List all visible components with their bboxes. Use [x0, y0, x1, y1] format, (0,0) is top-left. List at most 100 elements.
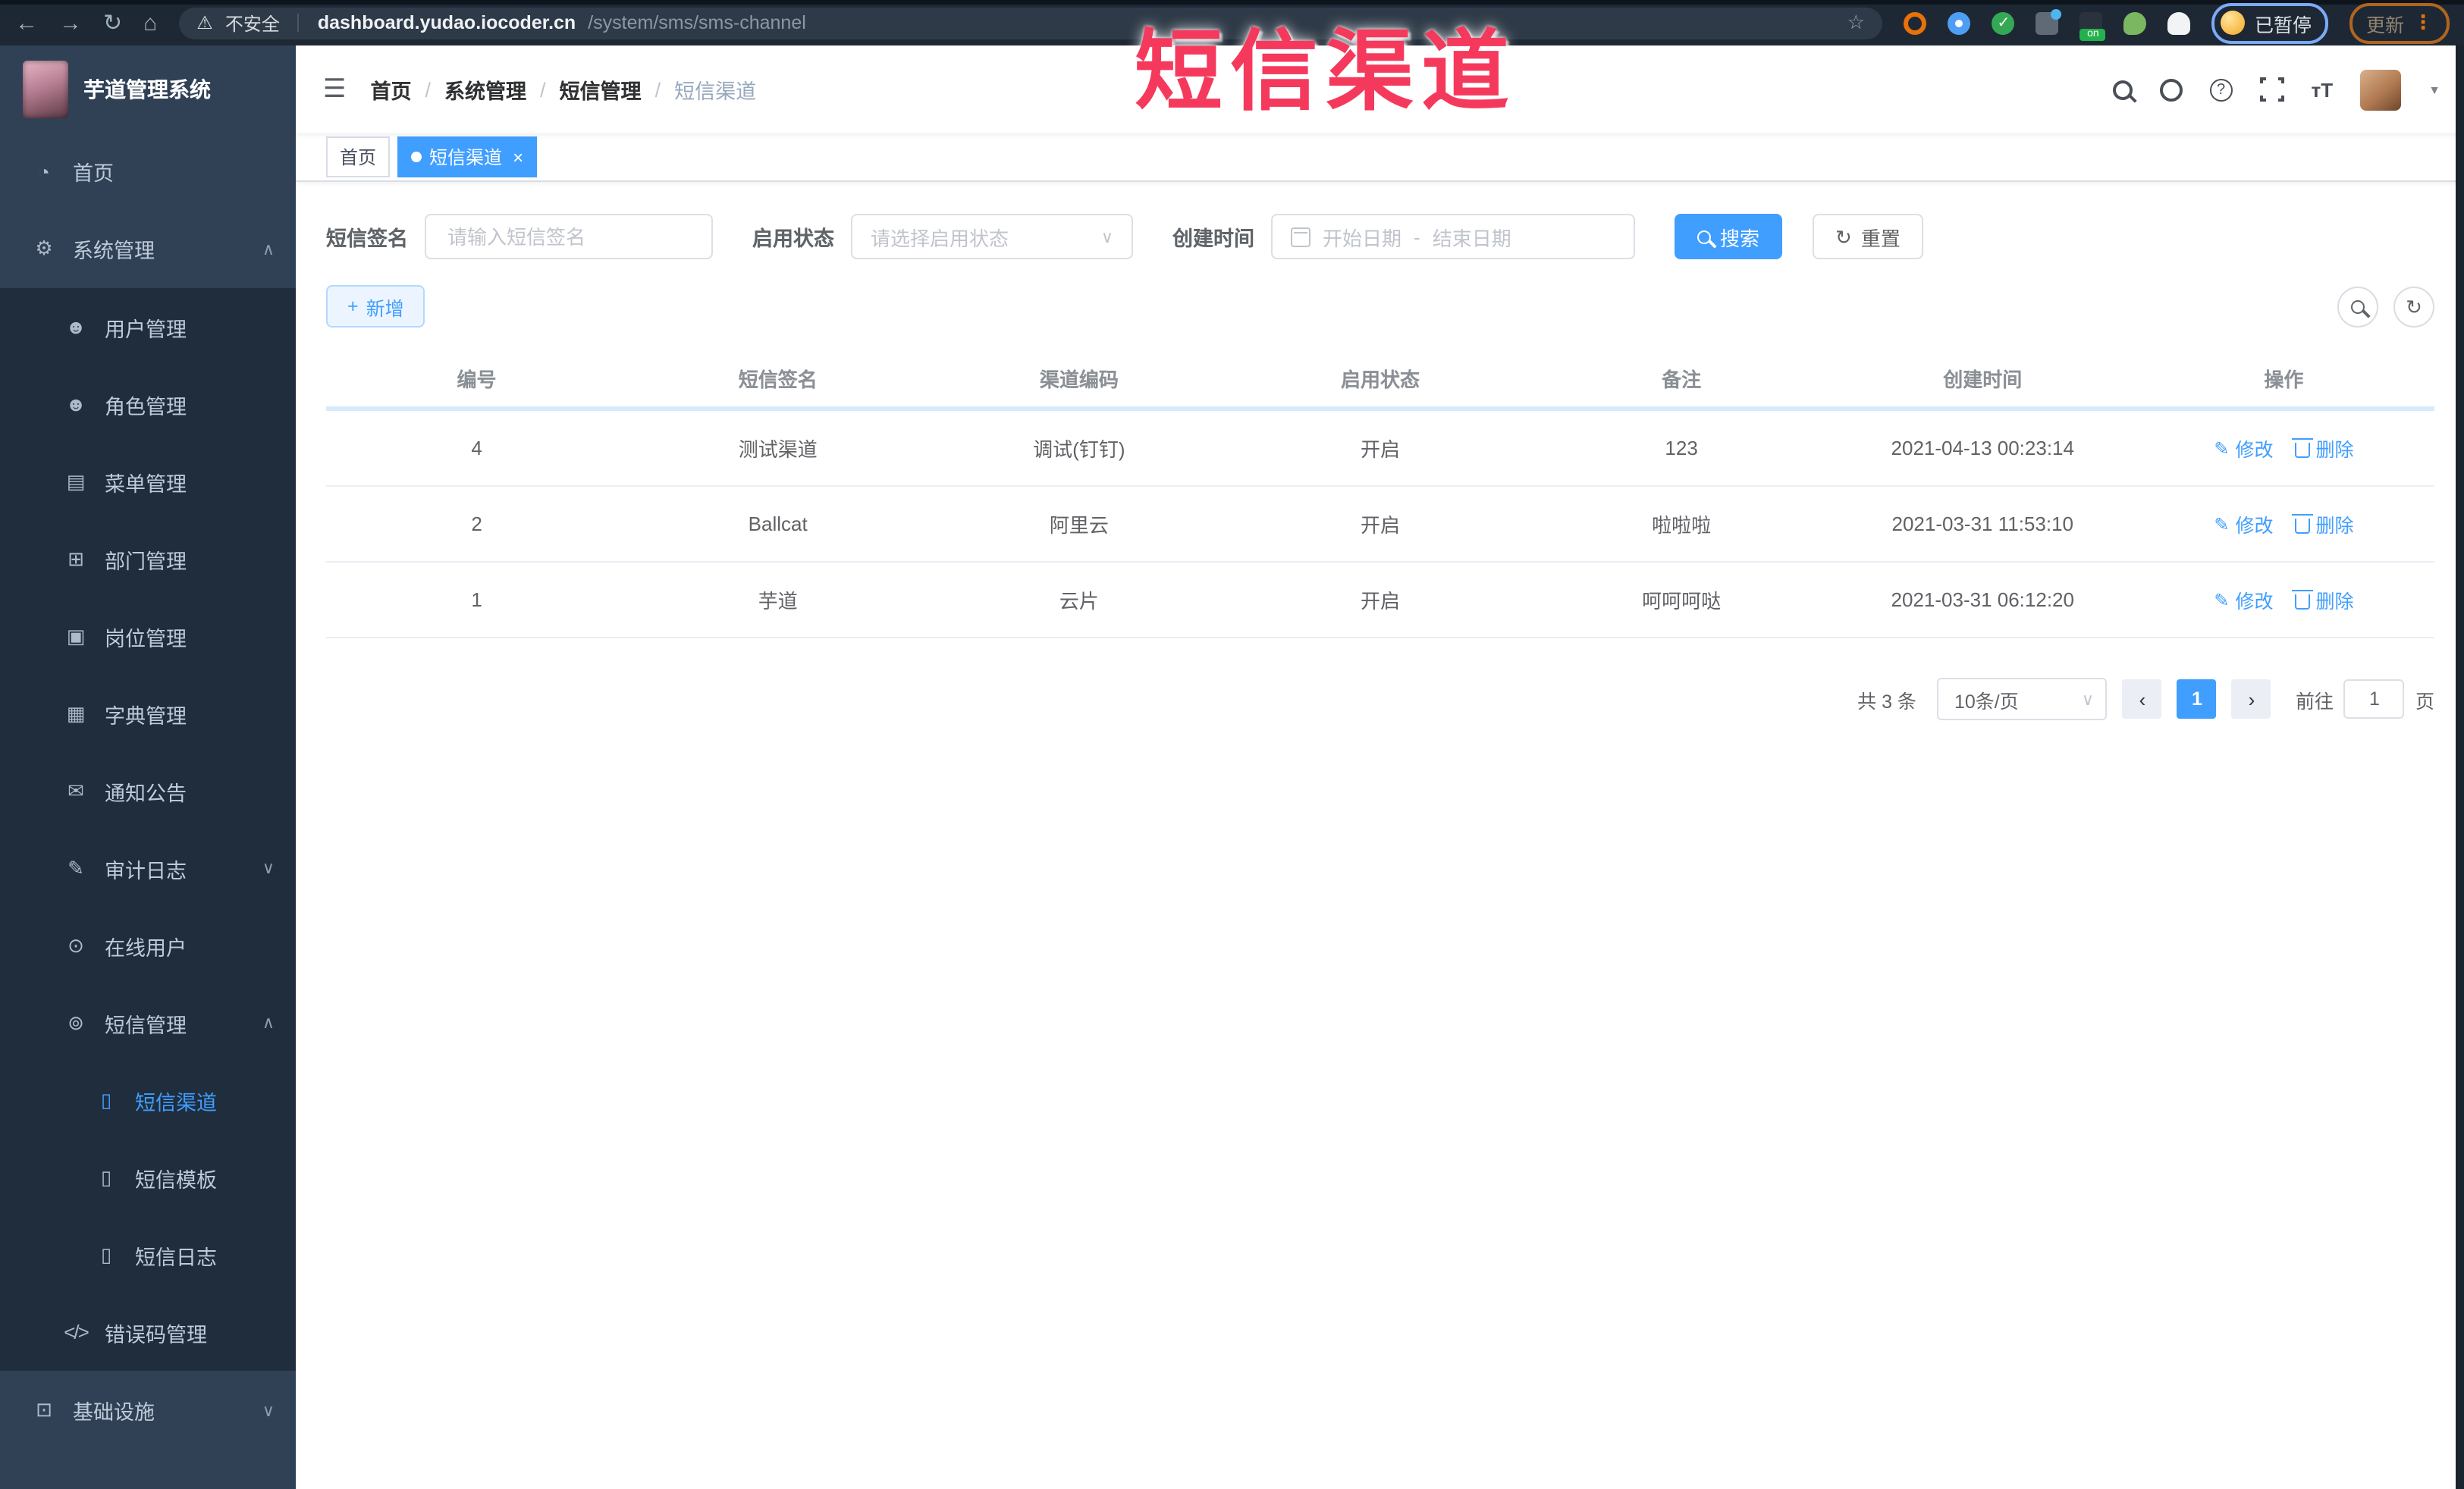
paused-badge[interactable]: 已暂停 — [2211, 2, 2328, 43]
close-icon[interactable]: × — [513, 148, 523, 166]
sidebar-item-posts[interactable]: ▣ 岗位管理 — [0, 597, 296, 675]
next-page-button[interactable]: › — [2231, 679, 2271, 719]
briefcase-icon: ▣ — [66, 624, 86, 647]
date-start[interactable]: 开始日期 — [1323, 222, 1401, 251]
security-label: 不安全 — [224, 13, 280, 34]
extension-grid-icon[interactable] — [2036, 8, 2062, 34]
monitor-icon: ⊡ — [36, 1398, 52, 1421]
sidebar-item-infrastructure[interactable]: ⊡ 基础设施 ∨ — [0, 1371, 296, 1450]
extensions-puzzle-icon[interactable] — [2167, 11, 2191, 34]
filter-sign: 短信签名 — [326, 214, 713, 259]
jump-prefix: 前往 — [2295, 691, 2334, 712]
sidebar-item-audit-log[interactable]: ✎ 审计日志 ∨ — [0, 829, 296, 907]
edit-link[interactable]: ✎ 修改 — [2214, 509, 2273, 538]
sidebar-item-error-codes[interactable]: </> 错误码管理 — [0, 1293, 296, 1371]
extension-pin-icon[interactable] — [1948, 11, 1971, 34]
browser-forward-icon[interactable]: → — [59, 11, 82, 34]
add-button[interactable]: + 新增 — [326, 285, 425, 328]
github-icon[interactable] — [2159, 78, 2183, 101]
sidebar-item-dicts[interactable]: ▦ 字典管理 — [0, 675, 296, 752]
sidebar-item-roles[interactable]: ☻ 角色管理 — [0, 365, 296, 443]
browser-home-icon[interactable]: ⌂ — [143, 11, 157, 34]
chevron-down-icon: ∨ — [2081, 691, 2094, 709]
date-range-picker[interactable]: 开始日期 - 结束日期 — [1271, 214, 1635, 259]
screen: ← → ↻ ⌂ ⚠ 不安全 dashboard.yudao.iocoder.cn… — [0, 0, 2464, 1489]
sidebar-item-departments[interactable]: ⊞ 部门管理 — [0, 520, 296, 597]
tab-home[interactable]: 首页 — [326, 136, 391, 177]
total-count: 共 3 条 — [1857, 691, 1916, 712]
tab-bar: 首页 短信渠道 × — [296, 133, 2464, 182]
table-row: 2 Ballcat 阿里云 开启 啦啦啦 2021-03-31 11:53:10… — [326, 487, 2434, 563]
update-button[interactable]: 更新 ⋮ — [2349, 2, 2450, 43]
pencil-icon: ✎ — [2214, 513, 2230, 534]
hamburger-icon[interactable]: ☰ — [323, 74, 347, 105]
refresh-icon: ↻ — [1835, 225, 1852, 248]
pencil-icon: ✎ — [2214, 437, 2230, 459]
edit-link[interactable]: ✎ 修改 — [2214, 434, 2273, 462]
sidebar-item-sms-log[interactable]: ▯ 短信日志 — [0, 1216, 296, 1293]
date-end[interactable]: 结束日期 — [1433, 222, 1511, 251]
tab-sms-channel[interactable]: 短信渠道 × — [397, 136, 538, 177]
fullscreen-icon[interactable] — [2258, 76, 2286, 103]
extension-orange-icon[interactable] — [1904, 11, 1927, 34]
address-bar[interactable]: ⚠ 不安全 dashboard.yudao.iocoder.cn /system… — [178, 7, 1883, 39]
sidebar-item-system[interactable]: ⚙ 系统管理 ∧ — [0, 209, 296, 288]
chevron-down-icon: ∨ — [262, 1402, 275, 1420]
sidebar-item-menus[interactable]: ▤ 菜单管理 — [0, 443, 296, 520]
page-1-button[interactable]: 1 — [2177, 679, 2217, 719]
page-size-select[interactable]: 10条/页 ∨ — [1937, 678, 2108, 720]
sidebar-item-online-users[interactable]: ⊙ 在线用户 — [0, 907, 296, 984]
prev-page-button[interactable]: ‹ — [2122, 679, 2162, 719]
browser-menu-icon[interactable]: ⋮ — [2413, 11, 2433, 35]
phone-icon: ▯ — [100, 1165, 112, 1188]
chevron-up-icon: ∧ — [262, 240, 275, 259]
sidebar-submenu-system: ☻ 用户管理 ☻ 角色管理 ▤ 菜单管理 ⊞ 部门管理 ▣ 岗位管理 ▦ 字典管… — [0, 288, 296, 1371]
logo-title: 芋道管理系统 — [83, 77, 211, 102]
extension-sprout-icon[interactable] — [2123, 11, 2147, 34]
plus-icon: + — [347, 296, 359, 317]
extension-on-badge-icon[interactable]: on — [2079, 11, 2106, 40]
bookmark-star-icon[interactable]: ☆ — [1847, 11, 1865, 35]
breadcrumb-home[interactable]: 首页 — [371, 74, 412, 105]
sidebar-item-sms-template[interactable]: ▯ 短信模板 — [0, 1139, 296, 1216]
extension-check-icon[interactable]: ✓ — [1992, 11, 2015, 34]
table-row: 1 芋道 云片 开启 呵呵呵哒 2021-03-31 06:12:20 ✎ 修改 … — [326, 563, 2434, 638]
caret-down-icon[interactable]: ▼ — [2428, 83, 2440, 96]
sidebar-item-home[interactable]: ◔ 首页 — [0, 133, 296, 209]
edit-link[interactable]: ✎ 修改 — [2214, 585, 2273, 614]
delete-link[interactable]: 删除 — [2291, 434, 2354, 462]
jump-page-input[interactable] — [2343, 679, 2405, 719]
sign-label: 短信签名 — [326, 227, 408, 250]
font-size-icon[interactable]: тT — [2312, 78, 2334, 101]
search-button[interactable]: 搜索 — [1675, 214, 1783, 259]
table-row: 4 测试渠道 调试(钉钉) 开启 123 2021-04-13 00:23:14… — [326, 411, 2434, 487]
delete-link[interactable]: 删除 — [2291, 585, 2354, 614]
sidebar-item-sms-channel[interactable]: ▯ 短信渠道 — [0, 1061, 296, 1139]
sidebar-item-users[interactable]: ☻ 用户管理 — [0, 288, 296, 365]
breadcrumb-system[interactable]: 系统管理 — [444, 74, 526, 105]
browser-back-icon[interactable]: ← — [15, 11, 38, 34]
sign-input[interactable] — [444, 224, 693, 249]
paused-label: 已暂停 — [2254, 14, 2312, 36]
trash-icon — [2291, 513, 2313, 534]
pencil-icon: ✎ — [2214, 589, 2230, 610]
sms-channel-table: 编号 短信签名 渠道编码 启用状态 备注 创建时间 操作 4 测试渠道 调试(钉… — [326, 349, 2434, 638]
avatar[interactable] — [2360, 69, 2402, 110]
browser-reload-icon[interactable]: ↻ — [103, 11, 122, 34]
sidebar-item-notices[interactable]: ✉ 通知公告 — [0, 752, 296, 829]
toggle-search-button[interactable] — [2337, 286, 2378, 327]
reset-button[interactable]: ↻ 重置 — [1813, 214, 1923, 259]
warning-icon: ⚠ — [196, 12, 213, 33]
delete-link[interactable]: 删除 — [2291, 509, 2354, 538]
breadcrumb-sms[interactable]: 短信管理 — [560, 74, 642, 105]
logo[interactable]: 芋道管理系统 — [0, 45, 296, 133]
roles-icon: ☻ — [65, 393, 86, 415]
calendar-icon — [1291, 227, 1310, 246]
status-select[interactable]: 请选择启用状态 ∨ — [851, 214, 1133, 259]
help-icon[interactable] — [2209, 78, 2233, 101]
search-icon[interactable] — [2112, 80, 2133, 99]
sidebar-item-sms[interactable]: ⊚ 短信管理 ∧ — [0, 984, 296, 1061]
on-badge: on — [2079, 28, 2106, 40]
refresh-table-button[interactable]: ↻ — [2393, 286, 2434, 327]
chevron-up-icon: ∧ — [262, 1014, 275, 1033]
